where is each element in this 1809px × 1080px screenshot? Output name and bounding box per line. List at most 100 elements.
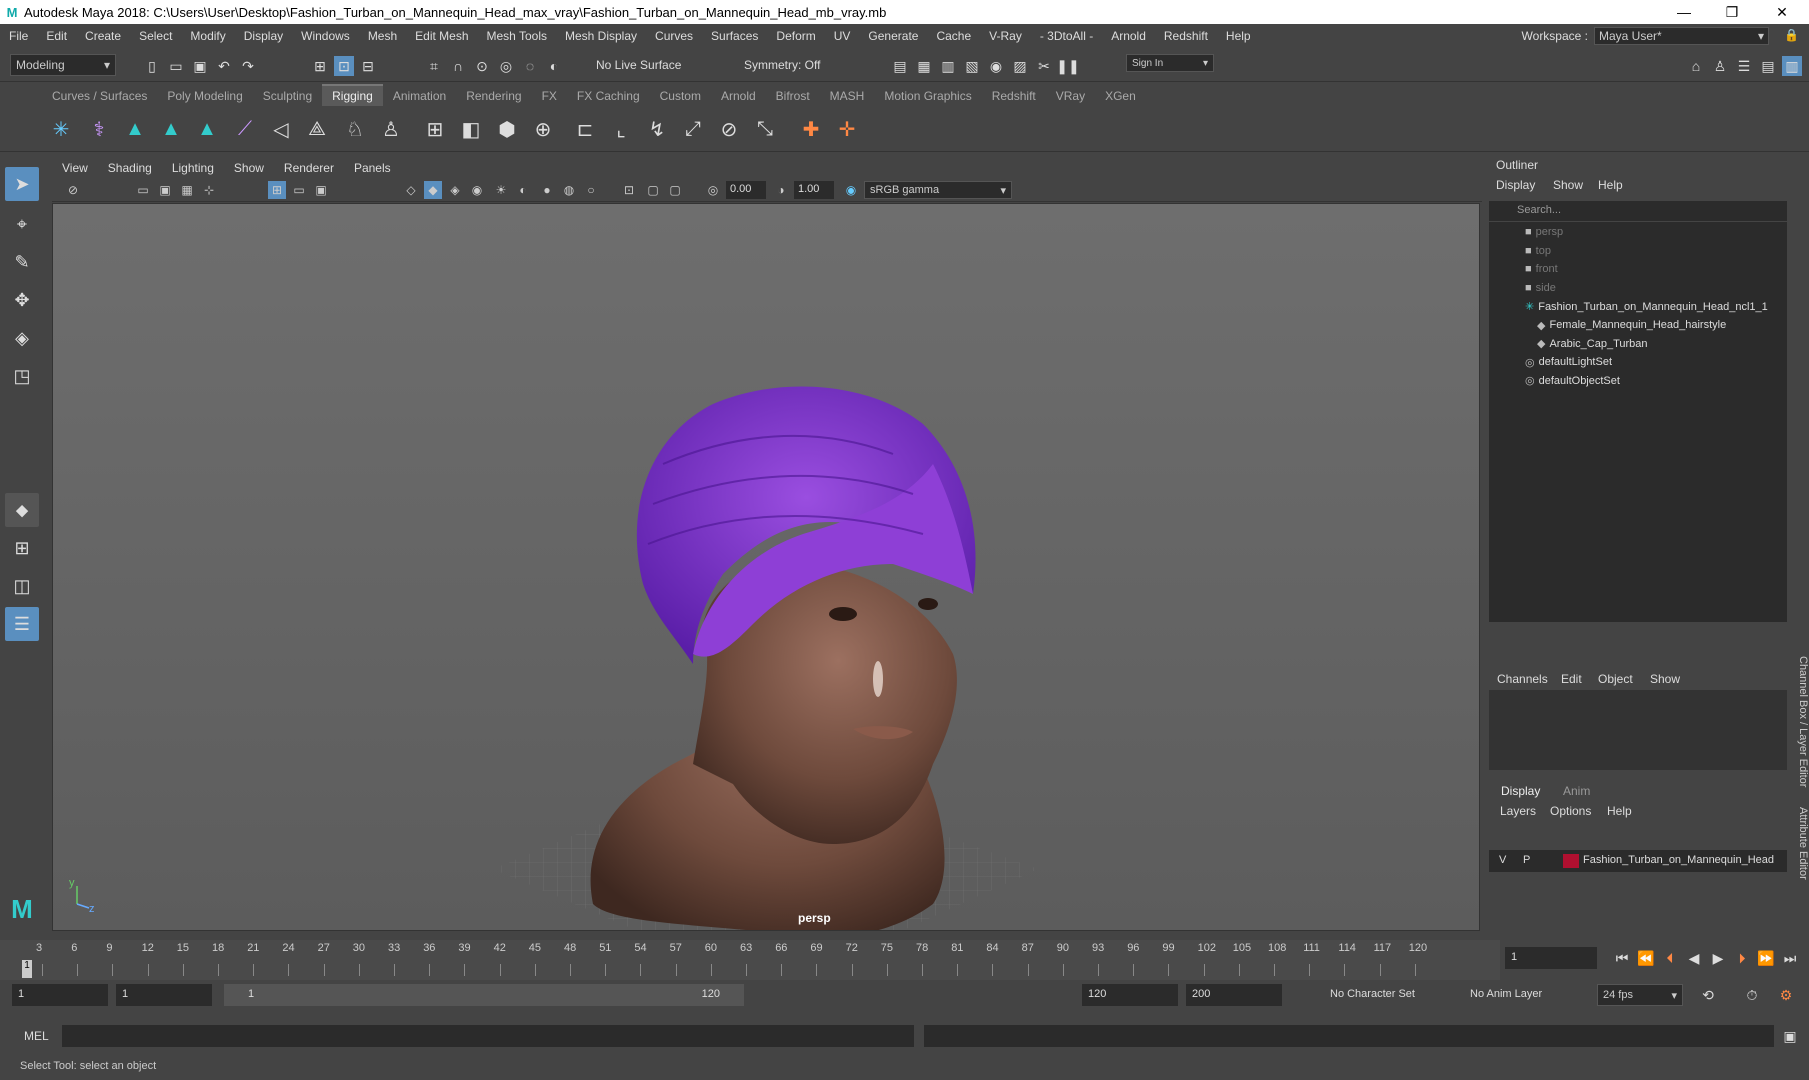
- layer-playback-toggle[interactable]: P: [1523, 854, 1530, 866]
- fps-dropdown[interactable]: 24 fps ▾: [1597, 984, 1683, 1006]
- outliner-item[interactable]: ◆ Female_Mannequin_Head_hairstyle: [1537, 319, 1726, 332]
- bind-skin-icon[interactable]: ⊞: [420, 114, 450, 144]
- channel-box[interactable]: [1489, 690, 1787, 770]
- play-backwards-icon[interactable]: ◀: [1684, 950, 1704, 970]
- shelf-tab-poly-modeling[interactable]: Poly Modeling: [157, 86, 252, 106]
- shelf-tab-curves-surfaces[interactable]: Curves / Surfaces: [42, 86, 157, 106]
- layer-tab-display[interactable]: Display: [1501, 784, 1540, 798]
- film-gate-icon[interactable]: ▭: [290, 181, 308, 199]
- resolution-gate-icon[interactable]: ▣: [312, 181, 330, 199]
- outliner-layout-icon[interactable]: ☰: [5, 607, 39, 641]
- ik-handle-icon[interactable]: ⟁: [302, 114, 332, 144]
- range-slider[interactable]: 1 120: [224, 984, 744, 1006]
- shelf-tab-fx-caching[interactable]: FX Caching: [567, 86, 650, 106]
- render-frame-icon[interactable]: ▤: [890, 56, 910, 76]
- attribute-editor-icon[interactable]: ☰: [1734, 56, 1754, 76]
- time-slider[interactable]: 3 6 9 12 15 18 21 24 27 30 33 36 39 42 45 48 51 54 57 60 63 6…: [0, 940, 1500, 980]
- select-camera-icon[interactable]: ⊘: [64, 181, 82, 199]
- select-hierarchy-icon[interactable]: ⊞: [310, 56, 330, 76]
- command-input[interactable]: [62, 1025, 914, 1047]
- redo-icon[interactable]: ↷: [238, 56, 258, 76]
- textured-icon[interactable]: ◉: [468, 181, 486, 199]
- xray-icon[interactable]: ▢: [644, 181, 662, 199]
- menu-edit[interactable]: Edit: [37, 29, 76, 43]
- menu-arnold[interactable]: Arnold: [1102, 29, 1155, 43]
- minimize-button[interactable]: —: [1661, 0, 1707, 24]
- cluster-icon[interactable]: ⊕: [528, 114, 558, 144]
- ik-spline-icon[interactable]: ⚕: [84, 114, 114, 144]
- motion-blur-icon[interactable]: ◍: [560, 181, 578, 199]
- playback-end-field[interactable]: 120: [1082, 984, 1178, 1006]
- viewport-menu-view[interactable]: View: [52, 161, 98, 175]
- menu-v-ray[interactable]: V-Ray: [980, 29, 1031, 43]
- vray-render-icon[interactable]: ✂: [1034, 56, 1054, 76]
- menu-set-dropdown[interactable]: Modeling ▾: [10, 54, 116, 76]
- snap-point-icon[interactable]: ⊙: [472, 56, 492, 76]
- paint-select-icon[interactable]: ✎: [5, 245, 39, 279]
- layer-color-swatch[interactable]: [1563, 854, 1579, 868]
- menu-edit-mesh[interactable]: Edit Mesh: [406, 29, 477, 43]
- shelf-tab-arnold[interactable]: Arnold: [711, 86, 766, 106]
- menu-curves[interactable]: Curves: [646, 29, 702, 43]
- scale-constraint-icon[interactable]: ⤢: [678, 114, 708, 144]
- shelf-tab-rendering[interactable]: Rendering: [456, 86, 531, 106]
- outliner-item[interactable]: ◎ defaultObjectSet: [1525, 374, 1620, 388]
- step-forward-frame-icon[interactable]: ⏵: [1732, 950, 1752, 970]
- character-set-dropdown[interactable]: No Character Set: [1330, 988, 1415, 1000]
- hik-character-icon[interactable]: ▲: [192, 114, 222, 144]
- undo-icon[interactable]: ↶: [214, 56, 234, 76]
- exposure-icon[interactable]: ◎: [704, 181, 722, 199]
- quick-rig-icon[interactable]: ♘: [340, 114, 370, 144]
- viewport-menu-panels[interactable]: Panels: [344, 161, 401, 175]
- ipr-render-icon[interactable]: ▥: [938, 56, 958, 76]
- viewport-menu-lighting[interactable]: Lighting: [162, 161, 224, 175]
- layers-menu[interactable]: Layers: [1500, 804, 1536, 818]
- pole-vector-icon[interactable]: ⤡: [750, 114, 780, 144]
- render-settings-icon[interactable]: ▧: [962, 56, 982, 76]
- menu-generate[interactable]: Generate: [859, 29, 927, 43]
- menu-mesh[interactable]: Mesh: [359, 29, 406, 43]
- mannequin-mesh[interactable]: [590, 562, 957, 931]
- end-time-field[interactable]: 200: [1186, 984, 1282, 1006]
- go-to-end-icon[interactable]: ⏭: [1780, 950, 1800, 970]
- outliner-search-input[interactable]: Search...: [1489, 201, 1787, 221]
- go-to-start-icon[interactable]: ⏮: [1612, 950, 1632, 970]
- shelf-tab-custom[interactable]: Custom: [650, 86, 711, 106]
- shelf-tab-sculpting[interactable]: Sculpting: [253, 86, 322, 106]
- shelf-tab-redshift[interactable]: Redshift: [982, 86, 1046, 106]
- maximize-button[interactable]: ❐: [1709, 0, 1755, 24]
- save-scene-icon[interactable]: ▣: [190, 56, 210, 76]
- preferences-icon[interactable]: ⚙: [1776, 985, 1796, 1005]
- orient-constraint-icon[interactable]: ↯: [642, 114, 672, 144]
- shadows-icon[interactable]: ◐: [514, 181, 532, 199]
- hypershade-icon[interactable]: ◉: [986, 56, 1006, 76]
- layer-visibility-toggle[interactable]: V: [1499, 854, 1506, 866]
- outliner-item[interactable]: ◎ defaultLightSet: [1525, 356, 1612, 369]
- snap-surface-icon[interactable]: ◌: [520, 56, 540, 76]
- wireframe-on-shaded-icon[interactable]: ◈: [446, 181, 464, 199]
- menu-file[interactable]: File: [0, 29, 37, 43]
- options-menu[interactable]: Options: [1550, 804, 1591, 818]
- step-back-frame-icon[interactable]: ⏴: [1660, 950, 1680, 970]
- gamma-icon[interactable]: ◑: [772, 181, 790, 199]
- outliner-item[interactable]: ✳ Fashion_Turban_on_Mannequin_Head_ncl1_1: [1525, 300, 1768, 314]
- tool-settings-icon[interactable]: ▤: [1758, 56, 1778, 76]
- lock-icon[interactable]: 🔒: [1784, 28, 1799, 42]
- outliner-item[interactable]: ◆ Arabic_Cap_Turban: [1537, 337, 1648, 351]
- outliner-item[interactable]: ■ front: [1525, 263, 1558, 275]
- outliner-menu-display[interactable]: Display: [1496, 178, 1535, 192]
- menu-surfaces[interactable]: Surfaces: [702, 29, 767, 43]
- hik-icon[interactable]: ▲: [120, 114, 150, 144]
- smooth-shade-icon[interactable]: ◆: [424, 181, 442, 199]
- select-component-icon[interactable]: ⊟: [358, 56, 378, 76]
- channels-menu[interactable]: Channels: [1497, 672, 1548, 686]
- human-ik-icon[interactable]: ♙: [376, 114, 406, 144]
- menu-mesh-display[interactable]: Mesh Display: [556, 29, 646, 43]
- step-back-key-icon[interactable]: ⏪: [1636, 950, 1656, 970]
- play-forwards-icon[interactable]: ▶: [1708, 950, 1728, 970]
- snap-grid-icon[interactable]: ⌗: [424, 56, 444, 76]
- camera-attributes-icon[interactable]: ▭: [134, 181, 152, 199]
- object-menu[interactable]: Object: [1598, 672, 1633, 686]
- modeling-toolkit-icon[interactable]: ⌂: [1686, 56, 1706, 76]
- layer-tab-anim[interactable]: Anim: [1563, 784, 1590, 798]
